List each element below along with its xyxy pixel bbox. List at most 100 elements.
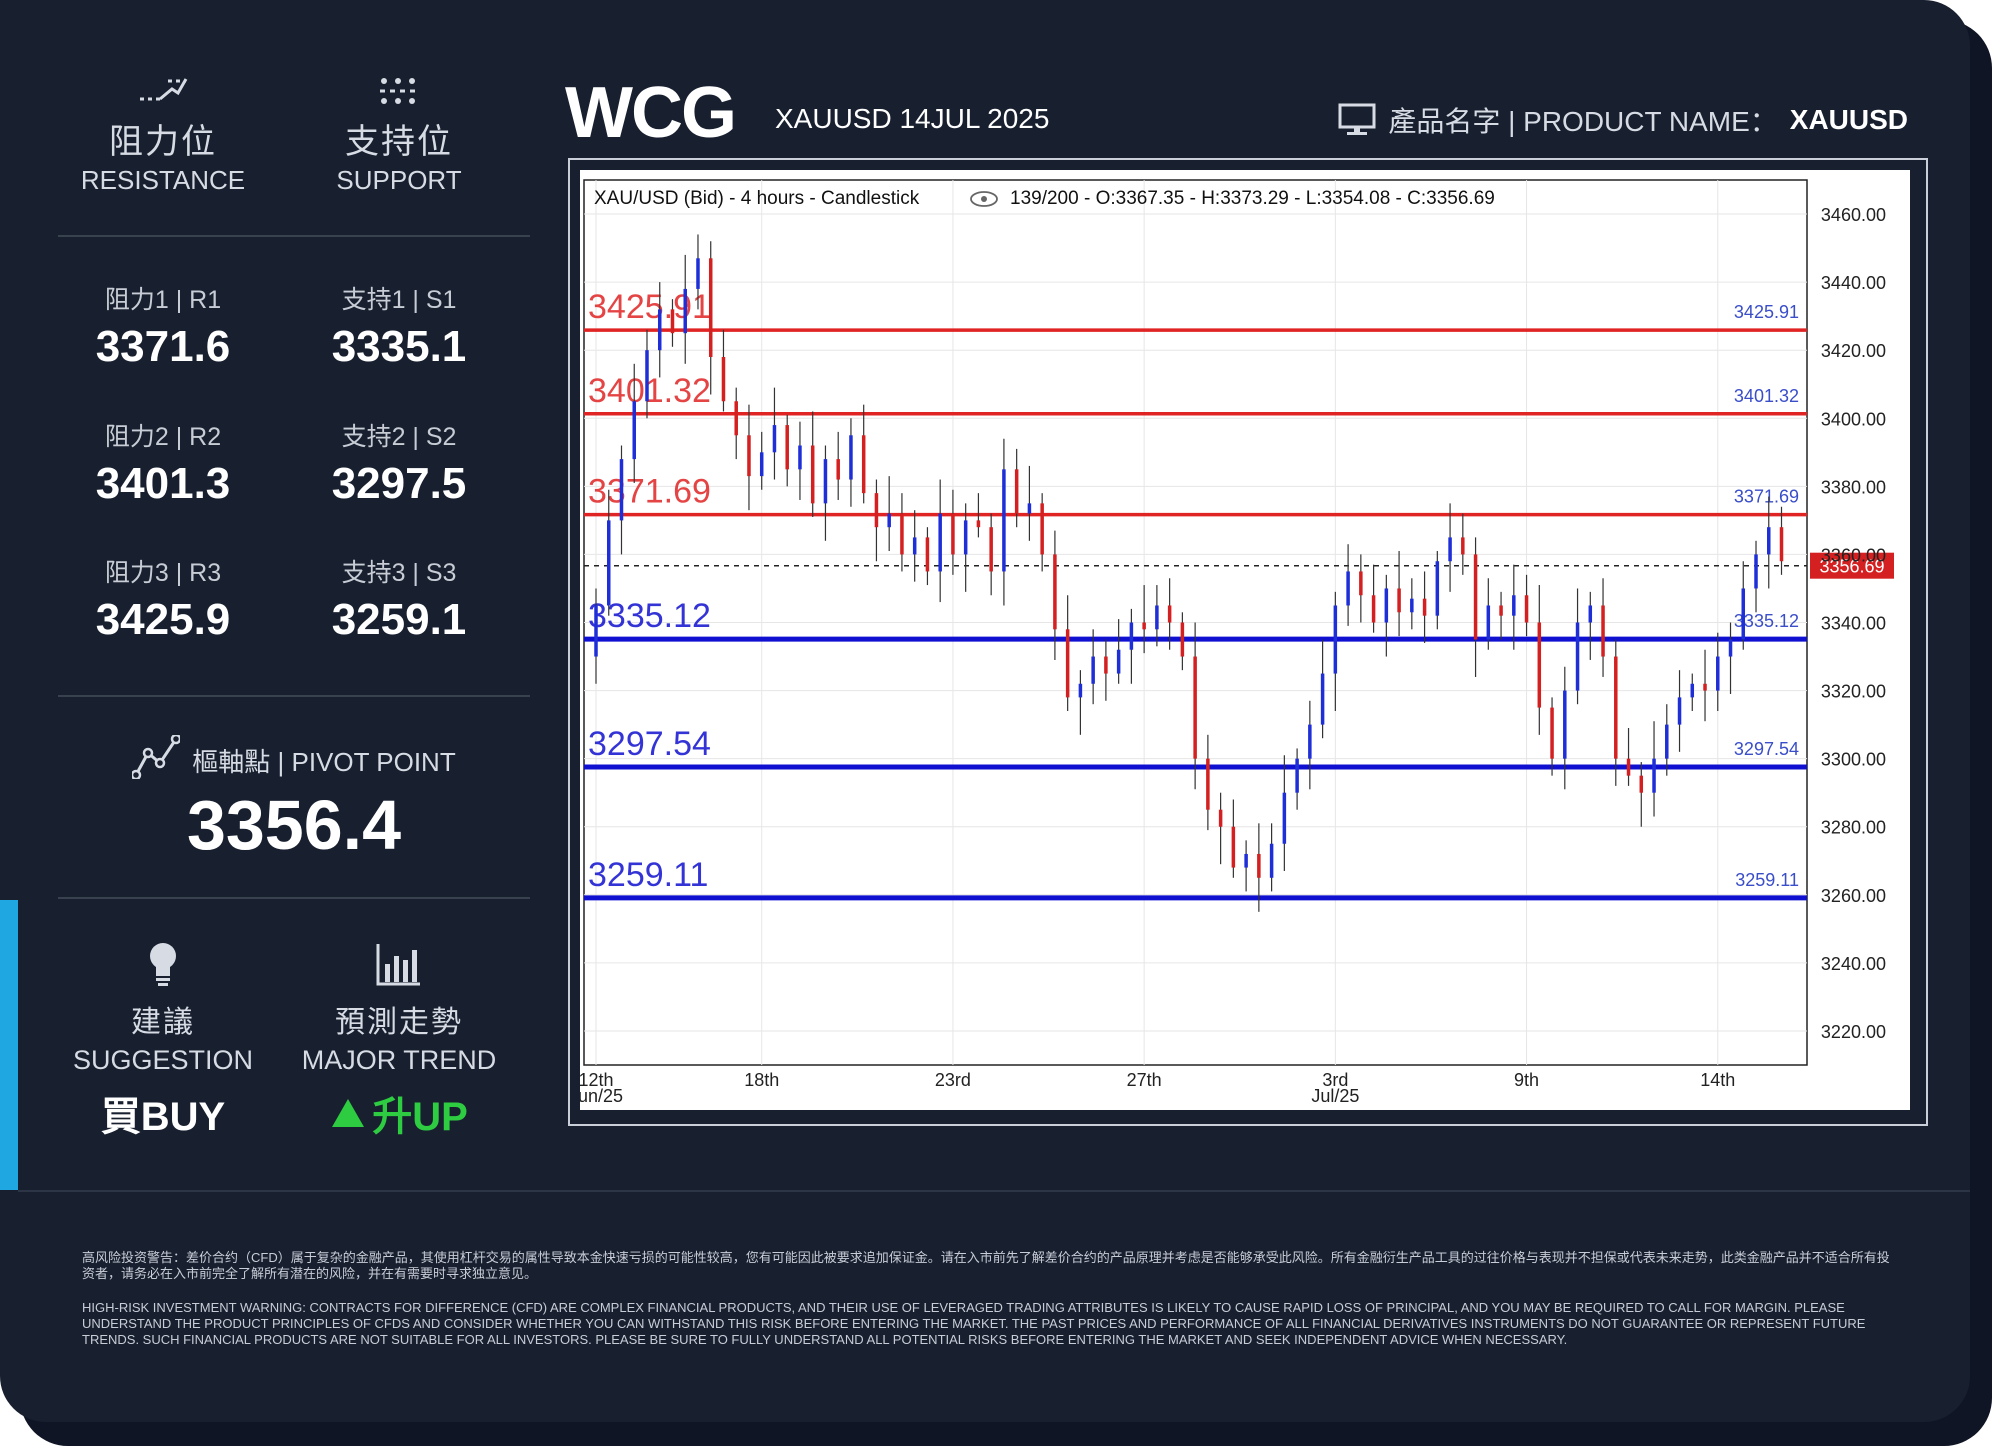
candle-body — [1295, 758, 1299, 793]
y-axis: 3460.00 3440.00 3420.00 3400.00 3380.00 3360.… — [1821, 205, 1886, 1042]
candle-body — [1167, 605, 1172, 623]
candle-body — [1091, 656, 1095, 684]
candle-body — [1665, 724, 1669, 759]
y-tick-label: 3240.00 — [1821, 954, 1886, 974]
candle-body — [1014, 469, 1019, 514]
x-tick-sublabel: Jul/25 — [1311, 1086, 1359, 1106]
trend-value: 升UP — [372, 1095, 468, 1139]
candle-body — [798, 445, 802, 470]
candle-body — [1422, 598, 1427, 616]
y-tick-label: 3320.00 — [1821, 682, 1886, 702]
x-tick-label: 23rd — [935, 1070, 971, 1090]
bar-chart-icon — [289, 940, 509, 993]
candle-body — [1537, 622, 1542, 708]
candle-body — [1218, 809, 1223, 827]
divider — [58, 897, 530, 899]
candle-body — [1142, 622, 1146, 630]
candle-body — [1754, 554, 1758, 589]
accent-bar — [0, 900, 18, 1190]
candle-body — [1308, 724, 1312, 759]
x-tick-label: 14th — [1700, 1070, 1735, 1090]
candle-body — [1486, 605, 1491, 640]
s3-value: 3259.1 — [331, 595, 467, 644]
divider — [58, 695, 530, 697]
candle-body — [1384, 588, 1389, 623]
candle-body — [1371, 595, 1376, 623]
suggestion-value: 買BUY — [100, 1095, 226, 1139]
x-axis: 12thJun/2518th23rd27th3rdJul/259th14th — [569, 1070, 1735, 1106]
r1-level: 阻力1 | R1 3371.6 — [53, 280, 273, 372]
candle-body — [747, 435, 751, 477]
wcg-logo: WCG — [565, 73, 737, 153]
trend-en: MAJOR TREND — [301, 1045, 497, 1075]
level-label: 3371.69 — [588, 473, 711, 511]
disclaimer-en: HIGH-RISK INVESTMENT WARNING: CONTRACTS … — [82, 1300, 1866, 1347]
candle-body — [1461, 537, 1465, 555]
r3-level: 阻力3 | R3 3425.9 — [53, 553, 273, 645]
candle-body — [1040, 503, 1044, 555]
candle-body — [1346, 571, 1350, 606]
candle-body — [1690, 683, 1695, 698]
candle-body — [1269, 843, 1274, 878]
candle-body — [861, 435, 866, 494]
s3-label: 支持3 | S3 — [341, 559, 457, 587]
candles — [594, 234, 1784, 912]
candle-body — [836, 459, 840, 480]
y-tick-label: 3380.00 — [1821, 477, 1886, 497]
pivot-value: 3356.4 — [186, 786, 402, 864]
r1-value: 3371.6 — [95, 322, 231, 371]
candle-body — [657, 309, 662, 351]
level-label-right: 3401.32 — [1734, 386, 1799, 406]
chart-info: 139/200 - O:3367.35 - H:3373.29 - L:3354… — [1010, 188, 1495, 209]
candle-body — [1741, 588, 1746, 640]
r1-label: 阻力1 | R1 — [104, 286, 222, 314]
candle-body — [759, 452, 764, 477]
candle-body — [1116, 649, 1121, 674]
candle-body — [721, 357, 726, 402]
r2-value: 3401.3 — [95, 459, 231, 508]
level-label-right: 3297.54 — [1734, 739, 1799, 759]
candle-body — [1550, 707, 1554, 759]
candle-body — [1563, 690, 1567, 759]
product-label: 產品名字 | PRODUCT NAME： — [1388, 106, 1778, 137]
y-tick-label: 3300.00 — [1821, 750, 1886, 770]
candle-body — [1320, 673, 1325, 725]
candle-body — [1359, 571, 1363, 596]
trend-block: 預測走勢 MAJOR TREND 升UP — [289, 940, 509, 1142]
trend-cn: 預測走勢 — [335, 1006, 463, 1039]
suggestion-cn: 建議 — [131, 1006, 195, 1039]
s2-value: 3297.5 — [331, 459, 467, 508]
candle-body — [1065, 629, 1070, 698]
s2-label: 支持2 | S2 — [341, 423, 457, 451]
r3-label: 阻力3 | R3 — [104, 559, 222, 587]
candle-body — [670, 309, 675, 334]
r2-label: 阻力2 | R2 — [104, 423, 222, 451]
candle-body — [1575, 622, 1580, 691]
candle-body — [619, 459, 624, 521]
candle-body — [1512, 595, 1516, 616]
up-triangle-icon — [332, 1099, 365, 1127]
support-dots-icon — [289, 70, 509, 110]
suggestion-en: SUGGESTION — [72, 1045, 254, 1075]
candle-body — [989, 527, 993, 572]
candle-body — [823, 459, 828, 504]
candle-body — [976, 520, 981, 528]
candle-body — [1397, 588, 1401, 613]
candle-body — [1435, 561, 1440, 616]
candle-body — [900, 513, 904, 555]
candle-body — [1473, 554, 1478, 640]
y-tick-label: 3420.00 — [1821, 341, 1886, 361]
candle-body — [849, 435, 853, 480]
candle-body — [1410, 598, 1414, 613]
candle-body — [1257, 853, 1261, 878]
candle-body — [1728, 639, 1733, 657]
level-label: 3401.32 — [588, 372, 711, 410]
trend-value-row: 升UP — [289, 1084, 509, 1142]
candle-body — [1716, 656, 1720, 691]
r3-value: 3425.9 — [95, 595, 231, 644]
x-tick-sublabel: Jun/25 — [580, 1086, 623, 1106]
s1-value: 3335.1 — [331, 322, 467, 371]
candle-body — [1193, 656, 1197, 759]
support-header: 支持位 SUPPORT — [289, 70, 509, 196]
candle-body — [1206, 758, 1210, 810]
